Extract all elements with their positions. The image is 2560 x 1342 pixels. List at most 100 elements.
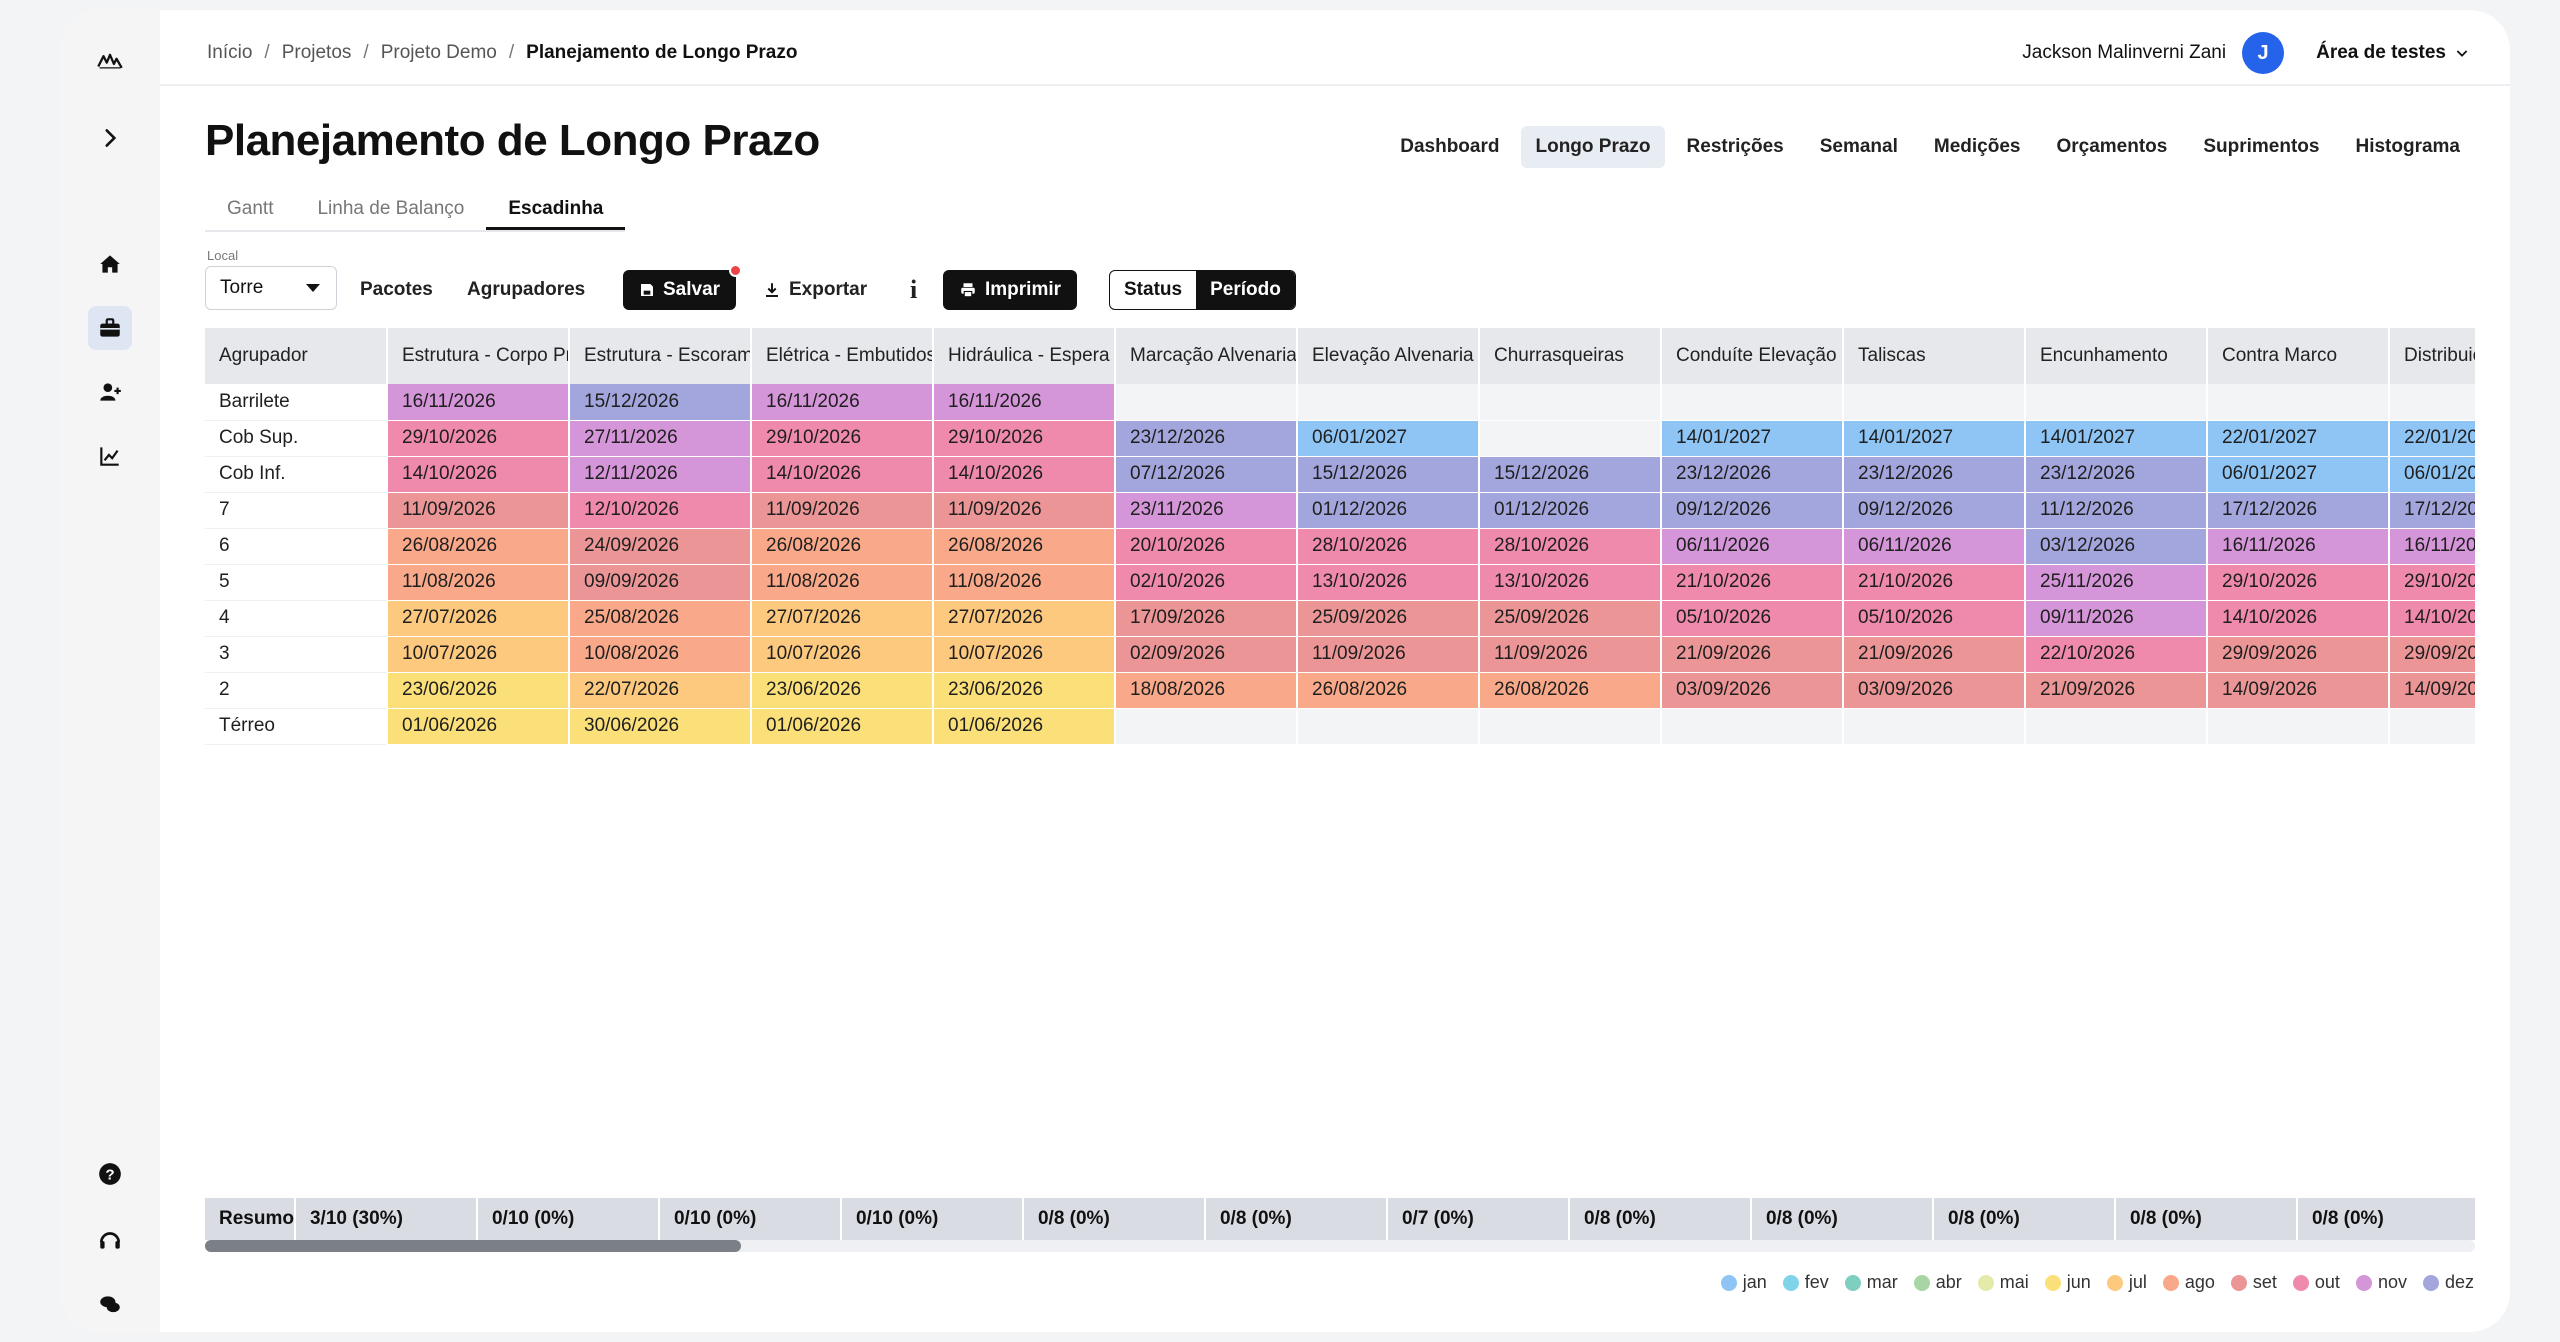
table-cell[interactable]: 29/09/2026 <box>2207 636 2390 673</box>
expand-sidebar-icon[interactable] <box>88 116 132 160</box>
table-cell[interactable]: 15/12/2026 <box>1479 456 1662 493</box>
chat-icon[interactable] <box>88 1282 132 1326</box>
table-cell[interactable]: 14/10/2026 <box>2389 600 2475 637</box>
table-cell[interactable]: 06/11/2026 <box>1661 528 1844 565</box>
save-button[interactable]: Salvar <box>623 264 743 310</box>
tab-histograma[interactable]: Histograma <box>2341 126 2474 168</box>
table-cell[interactable]: 14/10/2026 <box>751 456 934 493</box>
column-header[interactable]: Estrutura - Corpo Principal <box>387 328 570 384</box>
column-header[interactable]: Hidráulica - Espera <box>933 328 1116 384</box>
table-cell[interactable]: 28/10/2026 <box>1479 528 1662 565</box>
table-cell[interactable]: 25/11/2026 <box>2025 564 2208 601</box>
table-cell[interactable]: 17/12/2026 <box>2389 492 2475 529</box>
table-cell[interactable]: 05/10/2026 <box>1661 600 1844 637</box>
table-cell[interactable]: 06/01/2027 <box>1297 420 1480 457</box>
column-header[interactable]: Marcação Alvenaria <box>1115 328 1298 384</box>
table-cell[interactable]: 16/11/2026 <box>2207 528 2390 565</box>
table-cell[interactable]: 10/07/2026 <box>387 636 570 673</box>
table-cell[interactable]: 13/10/2026 <box>1479 564 1662 601</box>
table-cell[interactable]: 06/01/2027 <box>2389 456 2475 493</box>
breadcrumb-projeto[interactable]: Projeto Demo <box>381 42 497 64</box>
table-cell[interactable]: 23/12/2026 <box>1661 456 1844 493</box>
table-cell[interactable]: 17/09/2026 <box>1115 600 1298 637</box>
workspace-selector[interactable]: Área de testes <box>2316 42 2470 64</box>
table-cell[interactable]: 14/10/2026 <box>933 456 1116 493</box>
table-cell[interactable]: 16/11/2026 <box>2389 528 2475 565</box>
table-cell[interactable]: 23/06/2026 <box>387 672 570 709</box>
view-tab-gantt[interactable]: Gantt <box>205 192 295 230</box>
table-cell[interactable]: 26/08/2026 <box>751 528 934 565</box>
table-cell[interactable]: 12/10/2026 <box>569 492 752 529</box>
table-cell[interactable]: 09/11/2026 <box>2025 600 2208 637</box>
table-cell[interactable]: 06/01/2027 <box>2207 456 2390 493</box>
table-cell[interactable]: 01/06/2026 <box>933 708 1116 745</box>
tab-restricoes[interactable]: Restrições <box>1673 126 1798 168</box>
table-cell[interactable]: 25/09/2026 <box>1479 600 1662 637</box>
table-cell[interactable]: 03/09/2026 <box>1661 672 1844 709</box>
local-select[interactable]: Torre <box>205 266 337 310</box>
breadcrumb-inicio[interactable]: Início <box>207 42 252 64</box>
table-cell[interactable]: 27/11/2026 <box>569 420 752 457</box>
table-cell[interactable]: 29/10/2026 <box>933 420 1116 457</box>
table-cell[interactable]: 11/09/2026 <box>1297 636 1480 673</box>
table-cell[interactable]: 29/10/2026 <box>2207 564 2390 601</box>
table-cell[interactable]: 20/10/2026 <box>1115 528 1298 565</box>
table-cell[interactable]: 01/06/2026 <box>751 708 934 745</box>
help-icon[interactable]: ? <box>88 1152 132 1196</box>
print-button[interactable]: Imprimir <box>943 270 1078 310</box>
table-cell[interactable]: 27/07/2026 <box>933 600 1116 637</box>
tab-orcamentos[interactable]: Orçamentos <box>2042 126 2181 168</box>
mode-periodo[interactable]: Período <box>1196 271 1295 309</box>
chart-icon[interactable] <box>88 434 132 478</box>
table-cell[interactable]: 12/11/2026 <box>569 456 752 493</box>
table-cell[interactable]: 09/09/2026 <box>569 564 752 601</box>
table-cell[interactable]: 14/01/2027 <box>2025 420 2208 457</box>
table-cell[interactable]: 27/07/2026 <box>751 600 934 637</box>
table-cell[interactable]: 25/09/2026 <box>1297 600 1480 637</box>
table-cell[interactable]: 14/10/2026 <box>2207 600 2390 637</box>
home-icon[interactable] <box>88 242 132 286</box>
table-cell[interactable]: 13/10/2026 <box>1297 564 1480 601</box>
table-cell[interactable]: 14/09/2026 <box>2389 672 2475 709</box>
avatar[interactable]: J <box>2242 32 2285 74</box>
table-cell[interactable]: 22/01/2027 <box>2389 420 2475 457</box>
table-cell[interactable]: 18/08/2026 <box>1115 672 1298 709</box>
table-cell[interactable]: 26/08/2026 <box>1297 672 1480 709</box>
tab-semanal[interactable]: Semanal <box>1806 126 1912 168</box>
headset-icon[interactable] <box>88 1218 132 1262</box>
table-cell[interactable]: 11/12/2026 <box>2025 492 2208 529</box>
scrollbar-thumb[interactable] <box>205 1240 741 1252</box>
tab-longo-prazo[interactable]: Longo Prazo <box>1521 126 1665 168</box>
column-header[interactable]: Conduíte Elevação <box>1661 328 1844 384</box>
projects-icon[interactable] <box>88 306 132 350</box>
table-cell[interactable]: 02/09/2026 <box>1115 636 1298 673</box>
table-cell[interactable]: 23/06/2026 <box>751 672 934 709</box>
table-cell[interactable]: 23/12/2026 <box>1115 420 1298 457</box>
export-button[interactable]: Exportar <box>763 270 867 310</box>
table-cell[interactable]: 10/07/2026 <box>751 636 934 673</box>
table-cell[interactable]: 11/08/2026 <box>933 564 1116 601</box>
table-cell[interactable]: 10/08/2026 <box>569 636 752 673</box>
table-cell[interactable]: 01/12/2026 <box>1297 492 1480 529</box>
table-cell[interactable]: 21/09/2026 <box>1843 636 2026 673</box>
tab-dashboard[interactable]: Dashboard <box>1386 126 1513 168</box>
column-header[interactable]: Estrutura - Escoramento <box>569 328 752 384</box>
table-cell[interactable]: 17/12/2026 <box>2207 492 2390 529</box>
table-cell[interactable]: 11/08/2026 <box>751 564 934 601</box>
horizontal-scrollbar[interactable] <box>205 1240 2475 1252</box>
table-cell[interactable]: 24/09/2026 <box>569 528 752 565</box>
table-cell[interactable]: 22/01/2027 <box>2207 420 2390 457</box>
table-cell[interactable]: 14/10/2026 <box>387 456 570 493</box>
user-name[interactable]: Jackson Malinverni Zani <box>2022 42 2226 64</box>
table-cell[interactable]: 11/09/2026 <box>387 492 570 529</box>
table-cell[interactable]: 09/12/2026 <box>1661 492 1844 529</box>
column-header[interactable]: Elétrica - Embutidos <box>751 328 934 384</box>
table-cell[interactable]: 01/12/2026 <box>1479 492 1662 529</box>
table-cell[interactable]: 27/07/2026 <box>387 600 570 637</box>
table-cell[interactable]: 06/11/2026 <box>1843 528 2026 565</box>
view-tab-escadinha[interactable]: Escadinha <box>486 192 626 230</box>
table-cell[interactable]: 22/07/2026 <box>569 672 752 709</box>
table-cell[interactable]: 14/01/2027 <box>1661 420 1844 457</box>
column-header-agrupador[interactable]: Agrupador <box>205 328 388 384</box>
add-user-icon[interactable] <box>88 370 132 414</box>
